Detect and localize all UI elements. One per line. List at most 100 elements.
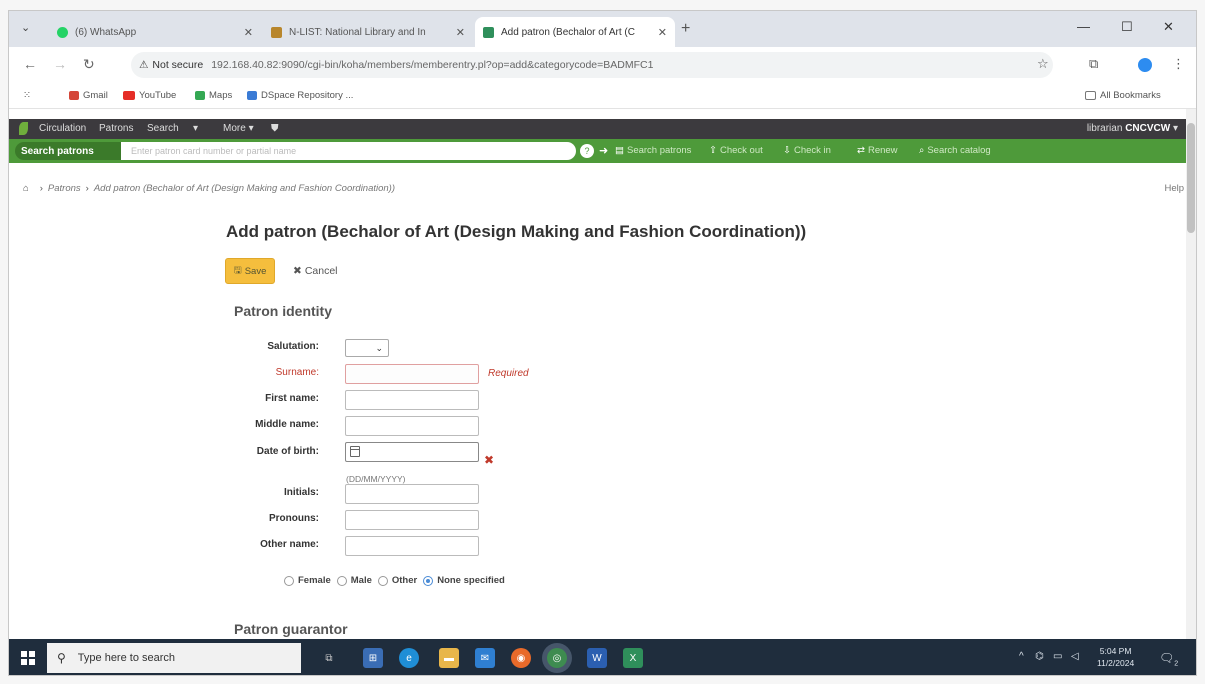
radio-label: Male [350, 575, 372, 586]
task-view-icon[interactable]: ⧉ [319, 648, 339, 668]
surname-field[interactable] [345, 364, 479, 384]
all-bookmarks[interactable]: All Bookmarks [1085, 90, 1161, 101]
nav-patrons[interactable]: Patrons [99, 123, 133, 134]
word-icon[interactable]: W [587, 648, 607, 668]
gender-other-radio[interactable]: Other [377, 575, 418, 586]
middlename-label: Middle name: [255, 419, 319, 430]
volume-icon[interactable]: ◁ [1071, 651, 1079, 662]
maximize-icon[interactable]: ☐ [1121, 19, 1133, 35]
radio-dot [284, 575, 294, 586]
gender-none-specified-radio[interactable]: None specified [423, 575, 505, 586]
patron-search-bar: Search patrons Enter patron card number … [9, 139, 1196, 163]
tab-title: (6) WhatsApp [75, 26, 137, 38]
quick-check-in[interactable]: ⇩ Check in [783, 145, 831, 156]
koha-favicon-icon [483, 26, 494, 38]
whatsapp-favicon-icon [57, 26, 68, 38]
quick-link-label: Search patrons [626, 145, 692, 156]
close-tab-icon[interactable]: ✕ [456, 26, 465, 39]
url-field[interactable]: ⚠ Not secure 192.168.40.82:9090/cgi-bin/… [131, 52, 1053, 78]
middlename-field[interactable] [345, 416, 479, 436]
store-icon[interactable]: ⊞ [363, 648, 383, 668]
back-icon[interactable]: ← [23, 56, 37, 72]
othername-field[interactable] [345, 536, 479, 556]
pronouns-field[interactable] [345, 510, 479, 530]
taskbar-clock[interactable]: 5:04 PM 11/2/2024 [1097, 645, 1134, 669]
tab-nlist[interactable]: N-LIST: National Library and In ✕ [263, 17, 473, 47]
close-tab-icon[interactable]: ✕ [244, 26, 253, 39]
initials-field[interactable] [345, 484, 479, 504]
youtube-icon [123, 91, 135, 100]
reload-icon[interactable]: ↻ [83, 56, 95, 73]
apps-grid-icon[interactable]: ⁙ [23, 90, 31, 101]
network-icon[interactable]: ⌬ [1035, 651, 1044, 662]
breadcrumb-patrons[interactable]: Patrons [48, 183, 81, 194]
cart-icon[interactable]: ⛊ [271, 123, 279, 134]
bookmark-youtube[interactable]: YouTube [123, 90, 176, 101]
calendar-icon[interactable] [350, 446, 360, 457]
minimize-icon[interactable]: — [1077, 19, 1090, 34]
gender-female-radio[interactable]: Female [284, 575, 331, 586]
quick-check-out[interactable]: ⇪ Check out [709, 145, 763, 156]
menu-icon[interactable]: ⋮ [1172, 56, 1185, 72]
nav-circulation[interactable]: Circulation [39, 123, 86, 134]
nav-search-caret-icon[interactable]: ▾ [193, 123, 198, 134]
tab-search-dropdown-icon[interactable]: ⌄ [21, 21, 30, 34]
salutation-label: Salutation: [267, 341, 319, 352]
logged-in-library[interactable]: librarian CNCVCW ▾ [1087, 123, 1178, 134]
mail-icon[interactable]: ✉ [475, 648, 495, 668]
tab-whatsapp[interactable]: (6) WhatsApp ✕ [49, 17, 261, 47]
radio-label: None specified [437, 575, 505, 586]
initials-label: Initials: [283, 487, 319, 498]
battery-icon[interactable]: ▭ [1053, 651, 1062, 662]
close-window-icon[interactable]: ✕ [1163, 19, 1174, 35]
search-submit-icon[interactable]: ➜ [599, 144, 608, 157]
gender-male-radio[interactable]: Male [336, 575, 372, 586]
nav-search[interactable]: Search [147, 123, 179, 134]
search-help-icon[interactable]: ? [580, 144, 594, 158]
security-label[interactable]: Not secure [152, 59, 203, 71]
profile-avatar[interactable] [1138, 58, 1152, 72]
tab-add-patron[interactable]: Add patron (Bechalor of Art (C ✕ [475, 17, 675, 47]
browser-tab-strip: ⌄ (6) WhatsApp ✕ N-LIST: National Librar… [9, 11, 1196, 47]
bookmark-dspace[interactable]: DSpace Repository ... [247, 90, 353, 101]
bookmark-maps[interactable]: Maps [195, 90, 232, 101]
save-button[interactable]: 🖫 Save [225, 258, 275, 284]
new-tab-icon[interactable]: + [681, 20, 690, 38]
cancel-button[interactable]: ✖ Cancel [293, 265, 338, 277]
save-icon: 🖫 [233, 265, 242, 276]
quick-link-label: Check in [793, 145, 831, 156]
firstname-field[interactable] [345, 390, 479, 410]
home-icon[interactable]: ⌂ [23, 183, 29, 194]
windows-start-icon[interactable] [21, 651, 35, 665]
radio-label: Other [391, 575, 418, 586]
firefox-icon[interactable]: ◉ [511, 648, 531, 668]
dob-field[interactable] [345, 442, 479, 462]
forward-icon[interactable]: → [53, 56, 67, 72]
excel-icon[interactable]: X [623, 648, 643, 668]
taskbar-search-box[interactable]: ⚲ Type here to search [47, 643, 301, 673]
koha-logo-icon[interactable] [19, 122, 28, 135]
close-tab-icon[interactable]: ✕ [658, 26, 667, 39]
salutation-select[interactable]: ⌄ [345, 339, 389, 357]
clear-date-icon[interactable]: ✖ [484, 453, 494, 467]
chrome-icon[interactable]: ◎ [547, 648, 567, 668]
help-link[interactable]: Help [1164, 183, 1184, 194]
tray-overflow-icon[interactable]: ^ [1019, 651, 1024, 662]
patron-search-input[interactable]: Enter patron card number or partial name [121, 142, 576, 160]
bookmark-star-icon[interactable]: ☆ [1037, 56, 1049, 72]
quick-link-label: Renew [867, 145, 898, 156]
file-explorer-icon[interactable]: ▬ [439, 648, 459, 668]
extensions-icon[interactable]: ⧉ [1089, 56, 1098, 72]
search-patrons-toggle[interactable]: Search patrons [15, 142, 121, 160]
quick-renew[interactable]: ⇄ Renew [857, 145, 898, 156]
edge-icon[interactable]: e [399, 648, 419, 668]
notifications-icon[interactable]: 🗨2 [1159, 651, 1178, 667]
scrollbar-thumb[interactable] [1187, 123, 1195, 233]
breadcrumb-current: Add patron (Bechalor of Art (Design Maki… [93, 183, 396, 194]
bookmark-gmail[interactable]: Gmail [69, 90, 108, 101]
quick-search-catalog[interactable]: ⌕ Search catalog [919, 145, 991, 156]
dspace-icon [247, 91, 257, 100]
quick-search-patrons[interactable]: ▤ Search patrons [615, 145, 691, 156]
photo-frame: ⌄ (6) WhatsApp ✕ N-LIST: National Librar… [0, 0, 1205, 684]
nav-more[interactable]: More ▾ [223, 123, 254, 134]
